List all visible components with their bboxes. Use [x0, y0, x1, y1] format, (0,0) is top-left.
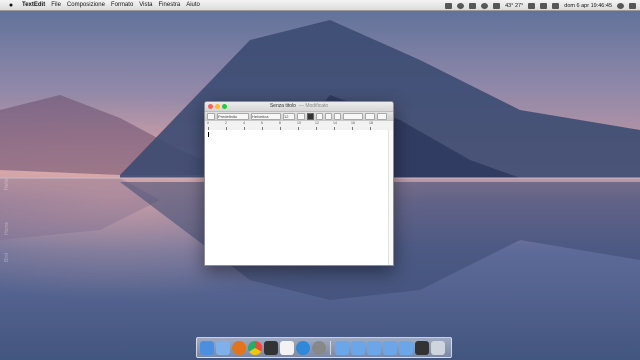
- dock-separator: [330, 340, 331, 355]
- folder-icon[interactable]: [335, 340, 349, 355]
- underline-button[interactable]: [334, 112, 341, 120]
- menu-bar: ● TextEdit File Composizione Formato Vis…: [0, 0, 640, 11]
- desktop-label-2[interactable]: Home: [4, 222, 10, 235]
- ruler-number: 6: [261, 121, 263, 125]
- apple-icon[interactable]: ●: [6, 2, 16, 9]
- status-icon-2[interactable]: [457, 2, 465, 9]
- menu-file[interactable]: File: [51, 2, 61, 8]
- menu-composizione[interactable]: Composizione: [67, 2, 105, 8]
- trash-icon[interactable]: [431, 340, 445, 355]
- italic-button[interactable]: [325, 112, 332, 120]
- ruler-number: 8: [279, 121, 281, 125]
- menu-formato[interactable]: Formato: [111, 2, 133, 8]
- font-size-popup[interactable]: 12: [283, 112, 295, 120]
- folder-icon[interactable]: [351, 340, 365, 355]
- clock[interactable]: dom 6 apr 19:46:45: [564, 3, 612, 9]
- format-toolbar: Predefinito Helvetica 12: [205, 111, 393, 120]
- folder-icon[interactable]: [399, 340, 413, 355]
- dock: [196, 337, 452, 358]
- weather-temperature[interactable]: 43° 27°: [505, 3, 523, 9]
- zoom-button[interactable]: [222, 104, 227, 109]
- desktop-label-1[interactable]: Hello: [4, 179, 10, 190]
- system-preferences-icon[interactable]: [312, 340, 326, 355]
- status-icon-4[interactable]: [481, 2, 489, 9]
- window-titlebar[interactable]: Senza titolo — Modificato: [205, 102, 393, 111]
- bold-button[interactable]: [316, 112, 323, 120]
- ruler-number: 16: [351, 121, 355, 125]
- ruler-number: 2: [225, 121, 227, 125]
- menu-app-name[interactable]: TextEdit: [22, 2, 45, 8]
- menu-finestra[interactable]: Finestra: [159, 2, 181, 8]
- firefox-icon[interactable]: [232, 340, 246, 355]
- spotlight-icon[interactable]: [617, 2, 624, 9]
- folder-icon[interactable]: [367, 340, 381, 355]
- close-button[interactable]: [208, 104, 213, 109]
- text-area[interactable]: [205, 130, 393, 265]
- textedit-icon[interactable]: [280, 340, 294, 355]
- battery-icon[interactable]: [552, 2, 560, 9]
- alignment-buttons[interactable]: [343, 112, 363, 120]
- chrome-icon[interactable]: [248, 340, 262, 355]
- background-color-button[interactable]: [307, 112, 314, 120]
- ruler-number: 10: [297, 121, 301, 125]
- ruler-number: 14: [333, 121, 337, 125]
- menu-vista[interactable]: Vista: [139, 2, 152, 8]
- status-icon-3[interactable]: [469, 2, 477, 9]
- status-icon-5[interactable]: [493, 2, 501, 9]
- ruler-number: 12: [315, 121, 319, 125]
- status-icon-1[interactable]: [445, 2, 453, 9]
- volume-icon[interactable]: [540, 2, 548, 9]
- style-popup[interactable]: Predefinito: [217, 112, 249, 120]
- folder-icon[interactable]: [383, 340, 397, 355]
- list-popup[interactable]: [377, 112, 387, 120]
- ruler-number: 18: [369, 121, 373, 125]
- window-title: Senza titolo: [269, 103, 296, 109]
- mail-icon[interactable]: [216, 340, 230, 355]
- wifi-icon[interactable]: [528, 2, 536, 9]
- finder-icon[interactable]: [200, 340, 214, 355]
- appstore-icon[interactable]: [296, 340, 310, 355]
- font-popup[interactable]: Helvetica: [251, 112, 281, 120]
- text-cursor: [208, 132, 209, 137]
- text-color-button[interactable]: [297, 112, 305, 120]
- spacing-popup[interactable]: [365, 112, 375, 120]
- desktop-label-3[interactable]: Bird: [4, 253, 10, 262]
- minimize-button[interactable]: [215, 104, 220, 109]
- vertical-scrollbar[interactable]: [388, 130, 393, 265]
- notifications-icon[interactable]: [629, 2, 636, 9]
- monitor-icon[interactable]: [415, 340, 429, 355]
- edited-label[interactable]: — Modificato: [299, 103, 328, 109]
- textedit-window: Senza titolo — Modificato Predefinito Hel…: [204, 101, 394, 266]
- itunes-icon[interactable]: [264, 340, 278, 355]
- ruler-number: 0: [207, 121, 209, 125]
- ruler-number: 4: [243, 121, 245, 125]
- paragraph-styles-button[interactable]: [207, 112, 215, 120]
- menu-aiuto[interactable]: Aiuto: [186, 2, 200, 8]
